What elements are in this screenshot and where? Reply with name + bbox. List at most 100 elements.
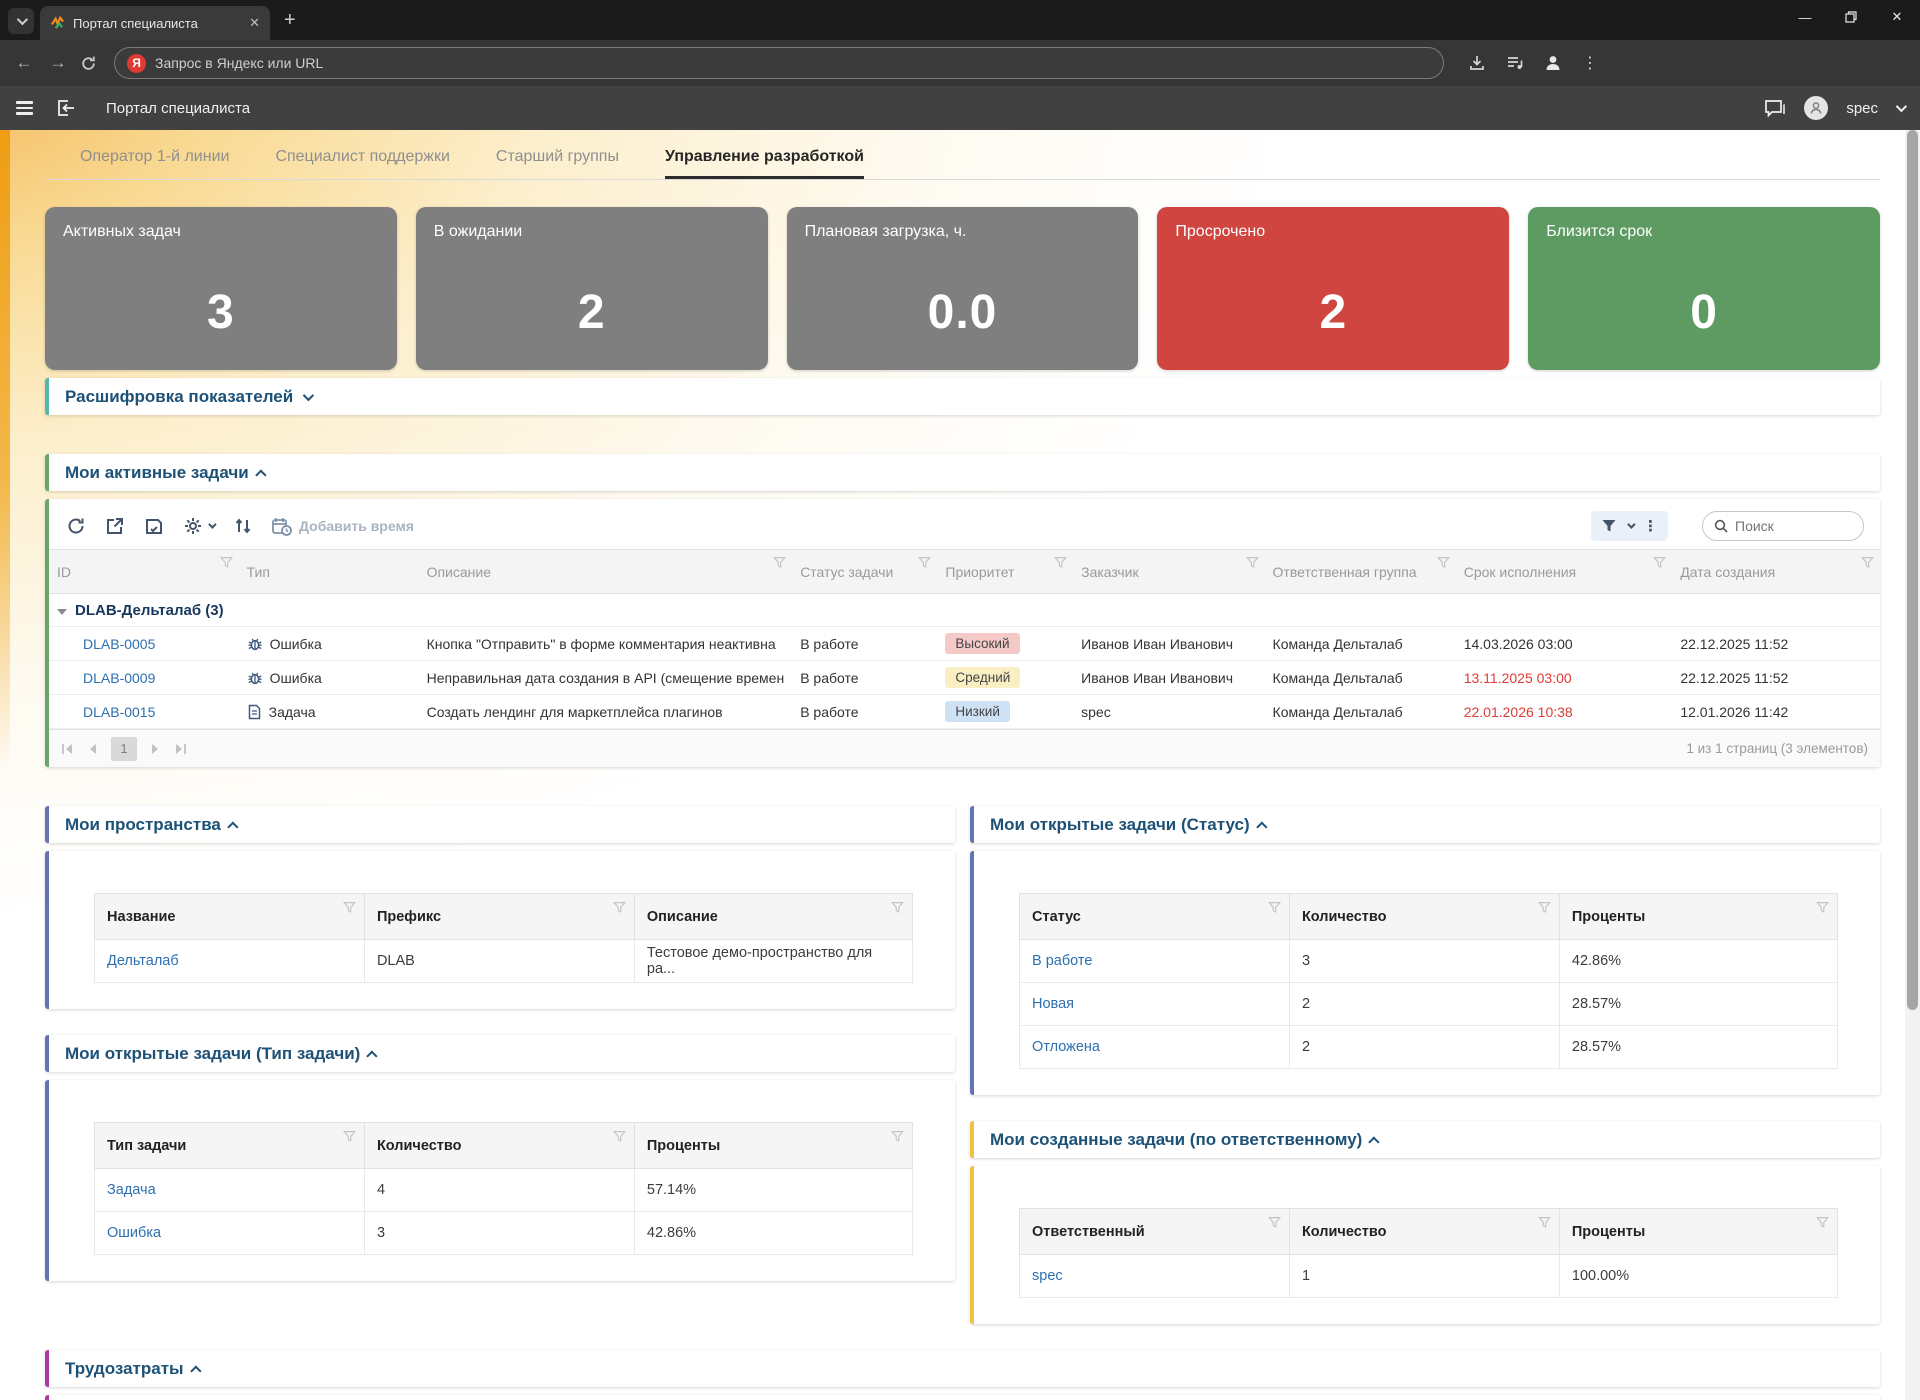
open-by-type-header[interactable]: Мои открытые задачи (Тип задачи) <box>45 1035 955 1072</box>
filter-funnel-icon[interactable] <box>220 556 233 569</box>
table-row[interactable]: В работе 3 42.86% <box>1020 940 1838 983</box>
tab-close-icon[interactable]: ✕ <box>249 15 260 31</box>
reload-icon[interactable] <box>80 55 104 72</box>
col-description[interactable]: Описание <box>634 894 912 940</box>
col-description[interactable]: Описание <box>419 550 793 594</box>
chat-icon[interactable] <box>1764 99 1786 118</box>
browser-menu-icon[interactable]: ⋮ <box>1582 53 1598 73</box>
col-responsible-group[interactable]: Ответственная группа <box>1265 550 1456 594</box>
kpi-card-active-tasks[interactable]: Активных задач 3 <box>45 207 397 370</box>
status-link[interactable]: Отложена <box>1032 1039 1100 1055</box>
col-percent[interactable]: Проценты <box>1559 1209 1837 1255</box>
group-row[interactable]: DLAB-Дельталаб (3) <box>49 594 1880 627</box>
filter-funnel-icon[interactable] <box>1653 556 1666 569</box>
prev-page-icon[interactable] <box>88 743 97 755</box>
status-link[interactable]: В работе <box>1032 953 1092 969</box>
worklog-header[interactable]: Трудозатраты <box>45 1350 1880 1387</box>
task-id-link[interactable]: DLAB-0015 <box>83 704 155 720</box>
save-view-icon[interactable] <box>143 516 164 537</box>
filter-funnel-icon[interactable] <box>1268 901 1281 914</box>
sort-icon[interactable] <box>232 516 253 537</box>
col-count[interactable]: Количество <box>1289 894 1559 940</box>
tab-development-management[interactable]: Управление разработкой <box>665 148 864 179</box>
window-close-button[interactable]: ✕ <box>1874 0 1920 34</box>
created-by-assignee-header[interactable]: Мои созданные задачи (по ответственному) <box>970 1121 1880 1158</box>
filter-funnel-icon[interactable] <box>1538 901 1551 914</box>
url-input[interactable]: Я Запрос в Яндекс или URL <box>114 47 1444 79</box>
last-page-icon[interactable] <box>174 743 187 755</box>
task-id-link[interactable]: DLAB-0005 <box>83 636 155 652</box>
col-status[interactable]: Статус <box>1020 894 1290 940</box>
filter-funnel-icon[interactable] <box>343 1130 356 1143</box>
menu-icon[interactable] <box>16 101 33 115</box>
scrollbar-thumb[interactable] <box>1907 130 1918 1010</box>
filter-funnel-icon[interactable] <box>343 901 356 914</box>
tab-list-chevron-button[interactable] <box>8 8 34 34</box>
grid-search[interactable] <box>1702 511 1864 541</box>
table-row[interactable]: Задача 4 57.14% <box>95 1169 913 1212</box>
collapse-triangle-icon[interactable] <box>57 609 67 615</box>
logout-icon[interactable] <box>57 100 76 116</box>
table-row[interactable]: Ошибка 3 42.86% <box>95 1212 913 1255</box>
tab-support-specialist[interactable]: Специалист поддержки <box>275 148 449 179</box>
filter-funnel-icon[interactable] <box>1437 556 1450 569</box>
col-status[interactable]: Статус задачи <box>792 550 937 594</box>
table-row[interactable]: Отложена 2 28.57% <box>1020 1026 1838 1069</box>
filter-funnel-icon[interactable] <box>1861 556 1874 569</box>
tab-group-senior[interactable]: Старший группы <box>496 148 619 179</box>
table-row[interactable]: spec 1 100.00% <box>1020 1255 1838 1298</box>
filter-funnel-icon[interactable] <box>1816 901 1829 914</box>
assignee-link[interactable]: spec <box>1032 1268 1063 1284</box>
col-due-date[interactable]: Срок исполнения <box>1456 550 1673 594</box>
col-name[interactable]: Название <box>95 894 365 940</box>
filter-funnel-icon[interactable] <box>1246 556 1259 569</box>
next-page-icon[interactable] <box>151 743 160 755</box>
filter-button[interactable]: ⋮ <box>1591 511 1668 541</box>
filter-funnel-icon[interactable] <box>613 1130 626 1143</box>
col-prefix[interactable]: Префикс <box>364 894 634 940</box>
profile-icon[interactable] <box>1544 54 1562 72</box>
col-count[interactable]: Количество <box>1289 1209 1559 1255</box>
table-row[interactable]: Новая 2 28.57% <box>1020 983 1838 1026</box>
space-link[interactable]: Дельталаб <box>107 953 179 969</box>
filter-funnel-icon[interactable] <box>1054 556 1067 569</box>
window-minimize-button[interactable]: — <box>1782 0 1828 34</box>
table-row[interactable]: DLAB-0015 Задача Создать лендинг для мар… <box>49 695 1880 729</box>
settings-dropdown[interactable] <box>182 516 214 537</box>
kpi-card-planned-load[interactable]: Плановая загрузка, ч. 0.0 <box>787 207 1139 370</box>
user-menu-chevron-icon[interactable] <box>1896 101 1907 112</box>
filter-funnel-icon[interactable] <box>1268 1216 1281 1229</box>
task-id-link[interactable]: DLAB-0009 <box>83 670 155 686</box>
table-row[interactable]: DLAB-0005 Ошибка Кнопка "Отправить" в фо… <box>49 627 1880 661</box>
col-count[interactable]: Количество <box>364 1123 634 1169</box>
downloads-icon[interactable] <box>1468 54 1486 72</box>
col-priority[interactable]: Приоритет <box>937 550 1073 594</box>
col-assignee[interactable]: Ответственный <box>1020 1209 1290 1255</box>
filter-funnel-icon[interactable] <box>1816 1216 1829 1229</box>
export-icon[interactable] <box>104 516 125 537</box>
browser-tab[interactable]: Портал специалиста ✕ <box>40 6 270 40</box>
table-row[interactable]: DLAB-0009 Ошибка Неправильная дата созда… <box>49 661 1880 695</box>
username[interactable]: spec <box>1846 100 1878 117</box>
kpi-card-due-soon[interactable]: Близится срок 0 <box>1528 207 1880 370</box>
col-customer[interactable]: Заказчик <box>1073 550 1264 594</box>
tab-operator-first-line[interactable]: Оператор 1-й линии <box>80 148 229 179</box>
filter-funnel-icon[interactable] <box>891 1130 904 1143</box>
filter-funnel-icon[interactable] <box>918 556 931 569</box>
kpi-card-overdue[interactable]: Просрочено 2 <box>1157 207 1509 370</box>
kpi-card-waiting[interactable]: В ожидании 2 <box>416 207 768 370</box>
refresh-icon[interactable] <box>65 516 86 537</box>
add-time-button[interactable]: Добавить время <box>271 516 414 537</box>
window-restore-button[interactable] <box>1828 0 1874 34</box>
col-created-date[interactable]: Дата создания <box>1672 550 1880 594</box>
col-percent[interactable]: Проценты <box>634 1123 912 1169</box>
decode-indicators-bar[interactable]: Расшифровка показателей <box>45 378 1880 415</box>
collections-icon[interactable] <box>1506 54 1524 72</box>
status-link[interactable]: Новая <box>1032 996 1074 1012</box>
type-link[interactable]: Задача <box>107 1182 156 1198</box>
search-input[interactable] <box>1735 518 1845 534</box>
col-type[interactable]: Тип <box>239 550 419 594</box>
col-id[interactable]: ID <box>49 550 239 594</box>
open-by-status-header[interactable]: Мои открытые задачи (Статус) <box>970 806 1880 843</box>
table-row[interactable]: Дельталаб DLAB Тестовое демо-пространств… <box>95 940 913 983</box>
